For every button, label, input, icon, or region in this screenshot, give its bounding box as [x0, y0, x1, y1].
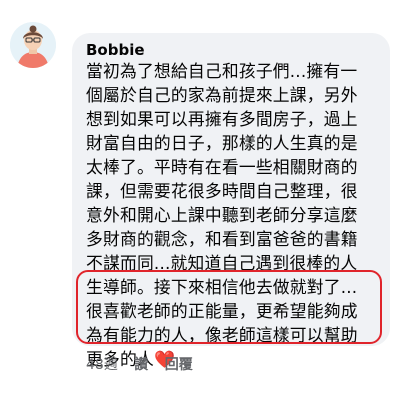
- comment-text-line: 太棒了。平時有在看一些相關財商的: [86, 157, 358, 177]
- avatar[interactable]: [10, 22, 56, 68]
- comment-text-line: 多財商的觀念，和看到富爸爸的書籍: [86, 229, 358, 249]
- like-link[interactable]: 讚: [134, 354, 148, 374]
- comment-actions: 48週 讚 回覆: [86, 354, 205, 374]
- highlight-annotation-box: [76, 270, 382, 344]
- comment-timestamp[interactable]: 48週: [86, 354, 118, 374]
- comment-text-line: 想到如果可以再擁有多間房子，過上: [86, 109, 358, 129]
- person-avatar-icon: [10, 22, 56, 68]
- comment-text-line: 意外和開心上課中聽到老師分享這麼: [86, 205, 358, 225]
- comment-text-line: 財富自由的日子，那樣的人生真的是: [86, 133, 358, 153]
- comment-text-line: 課，但需要花很多時間自己整理，很: [86, 181, 358, 201]
- reply-link[interactable]: 回覆: [165, 354, 193, 374]
- comment-text-line: 個屬於自己的家為前提來上課，另外: [86, 85, 358, 105]
- comment-author[interactable]: Bobbie: [86, 41, 145, 59]
- comment-text-line: 當初為了想給自己和孩子們...擁有一: [86, 61, 358, 81]
